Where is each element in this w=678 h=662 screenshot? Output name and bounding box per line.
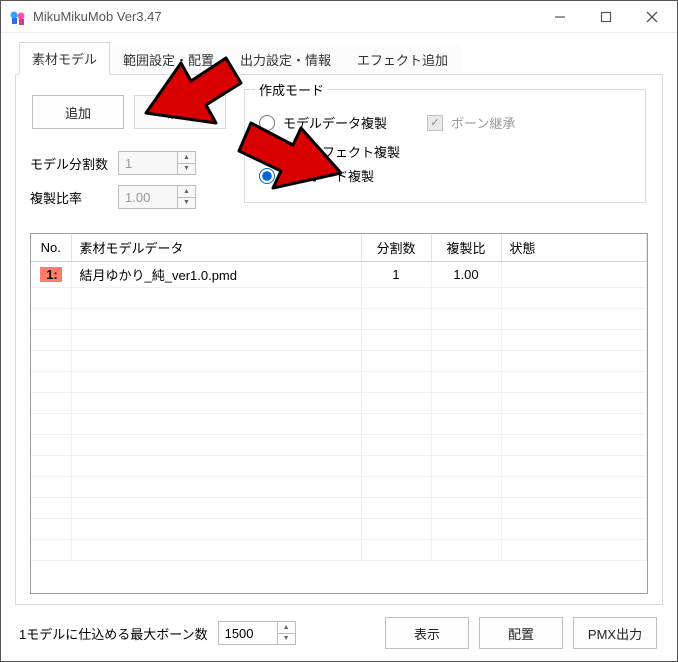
table-row (31, 309, 647, 330)
tab-effect-add[interactable]: エフェクト追加 (344, 43, 461, 75)
model-split-row: モデル分割数 ▲ ▼ (30, 151, 226, 175)
button-row: 追加 削除 (32, 95, 226, 129)
tab-label: 範囲設定・配置 (123, 53, 214, 68)
create-mode-group: 作成モード モデルデータ複製 ✓ ボーン継承 通常エフェクト複 (244, 89, 646, 203)
spin-buttons: ▲ ▼ (177, 152, 195, 174)
client-area: 素材モデル 範囲設定・配置 出力設定・情報 エフェクト追加 追加 削除 モデル分… (1, 33, 677, 661)
tab-label: エフェクト追加 (357, 53, 448, 68)
table-header-row: No. 素材モデルデータ 分割数 複製比 状態 (31, 234, 647, 262)
tab-label: 出力設定・情報 (240, 53, 331, 68)
button-label: PMX出力 (588, 624, 642, 643)
spin-up-icon: ▲ (178, 152, 195, 164)
checkbox-icon: ✓ (427, 115, 443, 131)
window-title: MikuMikuMob Ver3.47 (33, 9, 537, 24)
model-split-label: モデル分割数 (30, 154, 110, 173)
button-label: 配置 (508, 624, 534, 643)
table-row (31, 414, 647, 435)
view-button[interactable]: 表示 (385, 617, 469, 649)
maximize-button[interactable] (583, 2, 629, 32)
delete-button: 削除 (134, 95, 226, 129)
spin-down-icon[interactable]: ▼ (278, 634, 295, 645)
minimize-button[interactable] (537, 2, 583, 32)
cell-ratio: 1.00 (431, 262, 501, 288)
pmx-output-button[interactable]: PMX出力 (573, 617, 657, 649)
table-row[interactable]: 1: 結月ゆかり_純_ver1.0.pmd 1 1.00 (31, 262, 647, 288)
copy-ratio-label: 複製比率 (30, 188, 110, 207)
button-label: 削除 (167, 103, 193, 122)
model-split-spinner: ▲ ▼ (118, 151, 196, 175)
table-row (31, 456, 647, 477)
col-no-header[interactable]: No. (31, 234, 71, 262)
table-row (31, 351, 647, 372)
spin-down-icon: ▼ (178, 198, 195, 209)
tab-range-placement[interactable]: 範囲設定・配置 (110, 43, 227, 75)
model-table: No. 素材モデルデータ 分割数 複製比 状態 1: 結月ゆかり_純_ver1.… (31, 234, 647, 561)
col-div-header[interactable]: 分割数 (361, 234, 431, 262)
table-row (31, 372, 647, 393)
col-state-header[interactable]: 状態 (501, 234, 647, 262)
radio-effect-copy[interactable]: 通常エフェクト複製 (259, 142, 631, 161)
checkbox-label: ボーン継承 (451, 113, 515, 132)
copy-ratio-input (119, 186, 177, 208)
spin-down-icon: ▼ (178, 164, 195, 175)
bone-inherit-check: ✓ ボーン継承 (427, 113, 515, 132)
model-split-input (119, 152, 177, 174)
footer: 1モデルに仕込める最大ボーン数 ▲ ▼ 表示 配置 PMX出力 (15, 605, 663, 651)
cell-state (501, 262, 647, 288)
col-data-header[interactable]: 素材モデルデータ (71, 234, 361, 262)
spin-buttons: ▲ ▼ (277, 622, 295, 644)
copy-ratio-row: 複製比率 ▲ ▼ (30, 185, 226, 209)
table-row (31, 288, 647, 309)
model-table-area: No. 素材モデルデータ 分割数 複製比 状態 1: 結月ゆかり_純_ver1.… (30, 233, 648, 594)
radio-effect-copy-input[interactable] (259, 144, 275, 160)
window-controls (537, 2, 675, 32)
radio-billboard-copy[interactable]: ビルボード複製 (259, 166, 631, 185)
table-row (31, 330, 647, 351)
app-window: MikuMikuMob Ver3.47 素材モデル 範囲設定・配置 出力設定・情… (0, 0, 678, 662)
tab-material-model[interactable]: 素材モデル (19, 42, 110, 75)
table-body: 1: 結月ゆかり_純_ver1.0.pmd 1 1.00 (31, 262, 647, 561)
titlebar: MikuMikuMob Ver3.47 (1, 1, 677, 33)
spin-up-icon: ▲ (178, 186, 195, 198)
group-legend: 作成モード (255, 80, 328, 99)
radio-model-copy-input[interactable] (259, 115, 275, 131)
copy-ratio-spinner: ▲ ▼ (118, 185, 196, 209)
max-bone-input[interactable] (219, 622, 277, 644)
left-column: 追加 削除 モデル分割数 ▲ ▼ (30, 89, 226, 219)
cell-no: 1: (31, 262, 71, 288)
close-button[interactable] (629, 2, 675, 32)
cell-data: 結月ゆかり_純_ver1.0.pmd (71, 262, 361, 288)
radio-label: ビルボード複製 (283, 166, 374, 185)
max-bone-label: 1モデルに仕込める最大ボーン数 (19, 624, 208, 643)
add-button[interactable]: 追加 (32, 95, 124, 129)
table-row (31, 498, 647, 519)
radio-model-copy[interactable]: モデルデータ複製 (259, 113, 387, 132)
table-row (31, 393, 647, 414)
upper-panel: 追加 削除 モデル分割数 ▲ ▼ (30, 89, 648, 219)
radio-label: モデルデータ複製 (283, 113, 387, 132)
mode-top-row: モデルデータ複製 ✓ ボーン継承 (259, 108, 631, 137)
table-row (31, 540, 647, 561)
cell-div: 1 (361, 262, 431, 288)
col-ratio-header[interactable]: 複製比 (431, 234, 501, 262)
table-row (31, 477, 647, 498)
radio-billboard-copy-input[interactable] (259, 168, 275, 184)
spin-up-icon[interactable]: ▲ (278, 622, 295, 634)
table-row (31, 519, 647, 540)
tab-content: 追加 削除 モデル分割数 ▲ ▼ (15, 74, 663, 605)
place-button[interactable]: 配置 (479, 617, 563, 649)
tab-label: 素材モデル (32, 52, 97, 67)
radio-label: 通常エフェクト複製 (283, 142, 400, 161)
spin-buttons: ▲ ▼ (177, 186, 195, 208)
tab-strip: 素材モデル 範囲設定・配置 出力設定・情報 エフェクト追加 (15, 41, 663, 74)
tab-output-info[interactable]: 出力設定・情報 (227, 43, 344, 75)
row-number-highlight: 1: (40, 267, 62, 282)
app-icon (9, 8, 27, 26)
button-label: 表示 (414, 624, 440, 643)
table-row (31, 435, 647, 456)
max-bone-spinner[interactable]: ▲ ▼ (218, 621, 296, 645)
button-label: 追加 (65, 103, 91, 122)
